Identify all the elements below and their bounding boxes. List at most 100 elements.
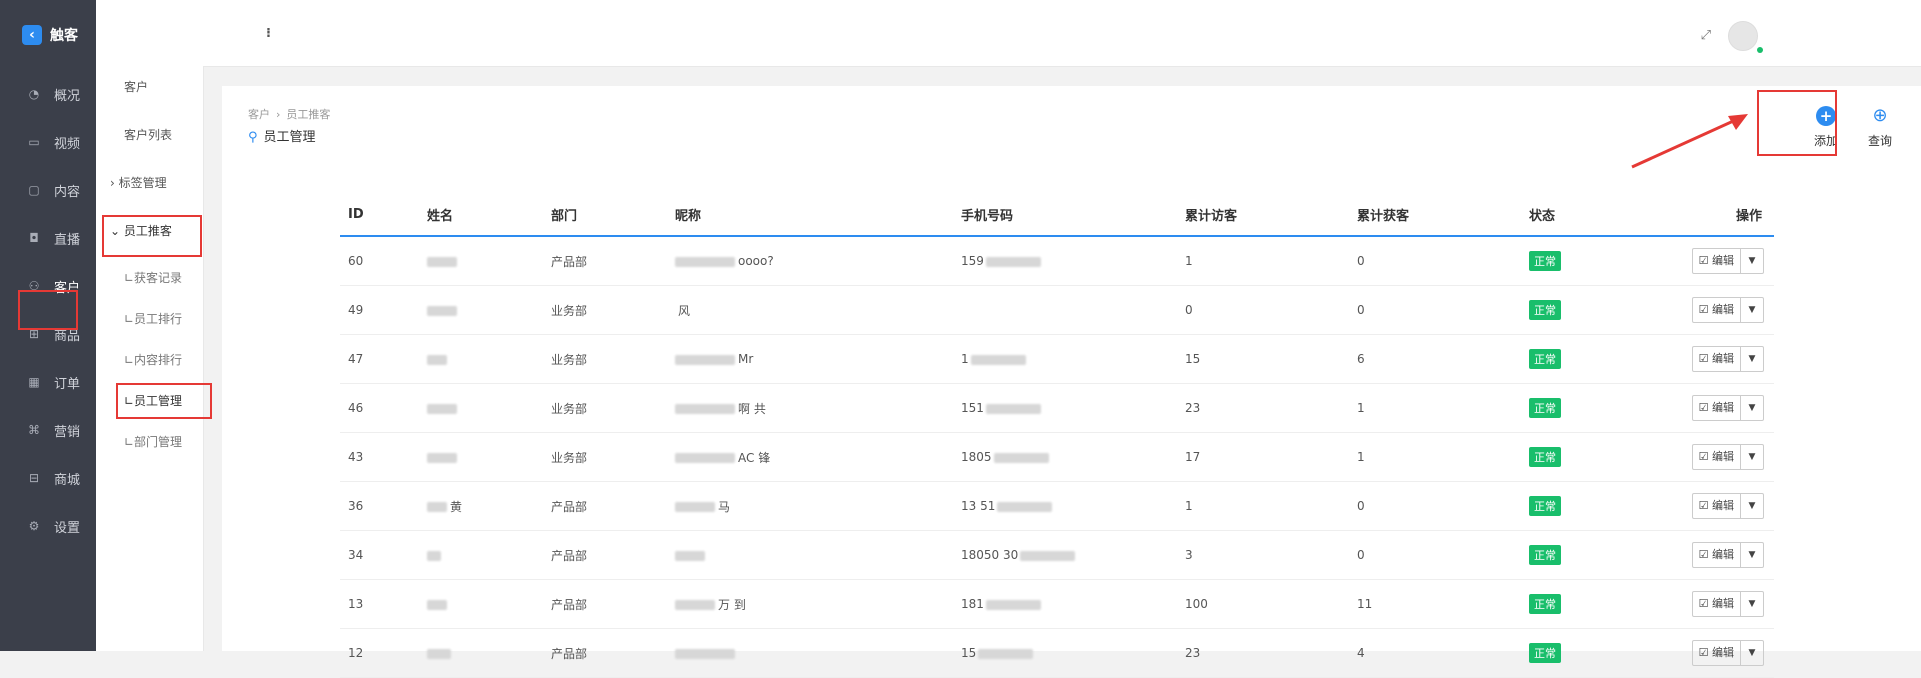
nav-item-1[interactable]: ▭ 视频 [0,118,96,166]
column-header-department[interactable]: 部门 [543,193,667,237]
subnav-item-employee-referral[interactable]: ⌄ 员工推客 [110,222,217,239]
edit-button[interactable]: ☑ 编辑 [1693,396,1741,420]
edit-button-group: ☑ 编辑 ▼ [1691,542,1764,568]
cell-name [419,432,543,482]
column-header-status[interactable]: 状态 [1521,193,1650,237]
cell-nick [667,628,953,678]
subnav-item-content-ranking[interactable]: ∟内容排行 [124,351,231,368]
cell-phone [953,285,1177,335]
chevron-down-icon[interactable]: ▼ [1741,592,1763,616]
chevron-down-icon[interactable]: ▼ [1741,298,1763,322]
blurred-nickname [675,404,735,414]
cell-dept: 业务部 [543,432,667,482]
chevron-down-icon[interactable]: ▼ [1741,641,1763,665]
status-badge: 正常 [1529,496,1561,516]
subnav-item-acquisition-records[interactable]: ∟获客记录 [124,269,231,286]
edit-button[interactable]: ☑ 编辑 [1693,347,1741,371]
chevron-down-icon[interactable]: ▼ [1741,543,1763,567]
table-row[interactable]: 36 黄 产品部 马 13 51 1 0 正常 ☑ 编辑 ▼ [340,481,1774,531]
cell-customers: 1 [1357,450,1365,464]
cell-nick: 风 [667,285,953,335]
breadcrumb-root[interactable]: 客户 [248,108,270,121]
cell-dept: 产品部 [551,499,588,514]
nav-item-label: 商品 [54,328,81,344]
edit-button[interactable]: ☑ 编辑 [1693,445,1741,469]
table-row[interactable]: 12 产品部 15 23 4 正常 ☑ 编辑 ▼ [340,628,1774,678]
cell-dept: 业务部 [543,285,667,335]
add-button[interactable]: + 添加 [1804,106,1848,149]
cell-customers: 11 [1357,597,1373,611]
cell-actions: ☑ 编辑 ▼ [1650,481,1774,531]
cell-nick: oooo? [738,254,774,268]
query-button[interactable]: ⊕ 查询 [1858,106,1902,149]
nav-item-6[interactable]: ▦ 订单 [0,358,96,406]
column-header-id[interactable]: ID [340,193,419,237]
nav-item-7[interactable]: ⌘ 营销 [0,406,96,454]
edit-button[interactable]: ☑ 编辑 [1693,249,1741,273]
cell-actions: ☑ 编辑 ▼ [1650,579,1774,629]
nav-item-9[interactable]: ⚙ 设置 [0,502,96,550]
chevron-down-icon[interactable]: ▼ [1741,494,1763,518]
cell-actions: ☑ 编辑 ▼ [1650,628,1774,678]
fullscreen-icon[interactable]: ⤢ [1701,28,1711,43]
subnav-item-employee-ranking[interactable]: ∟员工排行 [124,310,231,327]
table-row[interactable]: 34 产品部 18050 30 3 0 正常 ☑ 编辑 ▼ [340,530,1774,580]
column-header-name[interactable]: 姓名 [419,193,543,237]
edit-button[interactable]: ☑ 编辑 [1693,543,1741,567]
subnav-item-customer-list[interactable]: 客户列表 [124,126,231,143]
table-row[interactable]: 43 业务部 AC 锋 1805 17 1 正常 ☑ 编辑 ▼ [340,432,1774,482]
cell-dept: 产品部 [551,646,588,661]
monitor-icon: ▢ [28,183,40,197]
column-header-customers[interactable]: 累计获客 [1349,193,1521,237]
table-row[interactable]: 13 产品部 万 到 181 100 11 正常 ☑ 编辑 ▼ [340,579,1774,629]
cell-phone: 151 [953,383,1177,433]
more-menu-icon[interactable]: ⁝ [266,26,271,41]
breadcrumb-current[interactable]: 员工推客 [286,108,330,121]
cell-customers: 1 [1349,383,1521,433]
brand[interactable]: ‹ 触客 [0,0,96,70]
subnav-item-employee-management[interactable]: ∟员工管理 [124,392,231,409]
status-badge: 正常 [1529,545,1561,565]
column-header-phone[interactable]: 手机号码 [953,193,1177,237]
cell-id: 43 [340,432,419,482]
subnav-item-tag-management[interactable]: › 标签管理 [110,174,217,191]
column-header-visitors[interactable]: 累计访客 [1177,193,1349,237]
cell-id: 36 [340,481,419,531]
edit-button[interactable]: ☑ 编辑 [1693,592,1741,616]
gauge-icon: ◔ [28,87,40,101]
nav-item-0[interactable]: ◔ 概况 [0,70,96,118]
breadcrumb: 客户 › 员工推客 [248,106,330,122]
nav-item-label: 客户 [54,280,81,296]
table-row[interactable]: 47 业务部 Mr 1 15 6 正常 ☑ 编辑 ▼ [340,334,1774,384]
avatar[interactable] [1728,21,1758,51]
chevron-down-icon[interactable]: ▼ [1741,347,1763,371]
edit-button[interactable]: ☑ 编辑 [1693,641,1741,665]
edit-button-group: ☑ 编辑 ▼ [1691,591,1764,617]
edit-button[interactable]: ☑ 编辑 [1693,298,1741,322]
plus-circle-icon: + [1816,106,1836,126]
location-pin-icon: ⚲ [248,130,258,145]
blurred-nickname [675,256,735,267]
online-status-dot [1757,47,1763,53]
nav-item-4[interactable]: ⚇ 客户 [0,262,96,310]
nav-item-3[interactable]: ◘ 直播 [0,214,96,262]
edit-button[interactable]: ☑ 编辑 [1693,494,1741,518]
chevron-down-icon[interactable]: ▼ [1741,249,1763,273]
nav-item-5[interactable]: ⊞ 商品 [0,310,96,358]
add-label: 添加 [1813,134,1838,148]
cell-visitors: 1 [1185,254,1193,268]
subnav-item-department-management[interactable]: ∟部门管理 [124,433,231,450]
table-row[interactable]: 49 业务部 风 0 0 正常 ☑ 编辑 ▼ [340,285,1774,335]
tag-icon: ⌘ [28,423,40,437]
nav-item-2[interactable]: ▢ 内容 [0,166,96,214]
cell-customers: 11 [1349,579,1521,629]
cell-actions: ☑ 编辑 ▼ [1650,432,1774,482]
chevron-down-icon[interactable]: ▼ [1741,396,1763,420]
table-row[interactable]: 60 产品部 oooo? 159 1 0 正常 ☑ 编辑 ▼ [340,236,1774,286]
table-row[interactable]: 46 业务部 啊 共 151 23 1 正常 ☑ 编辑 ▼ [340,383,1774,433]
chevron-down-icon[interactable]: ▼ [1741,445,1763,469]
cell-customers: 6 [1357,352,1365,366]
cell-id: 60 [340,236,419,286]
column-header-nickname[interactable]: 昵称 [667,193,953,237]
nav-item-8[interactable]: ⊟ 商城 [0,454,96,502]
